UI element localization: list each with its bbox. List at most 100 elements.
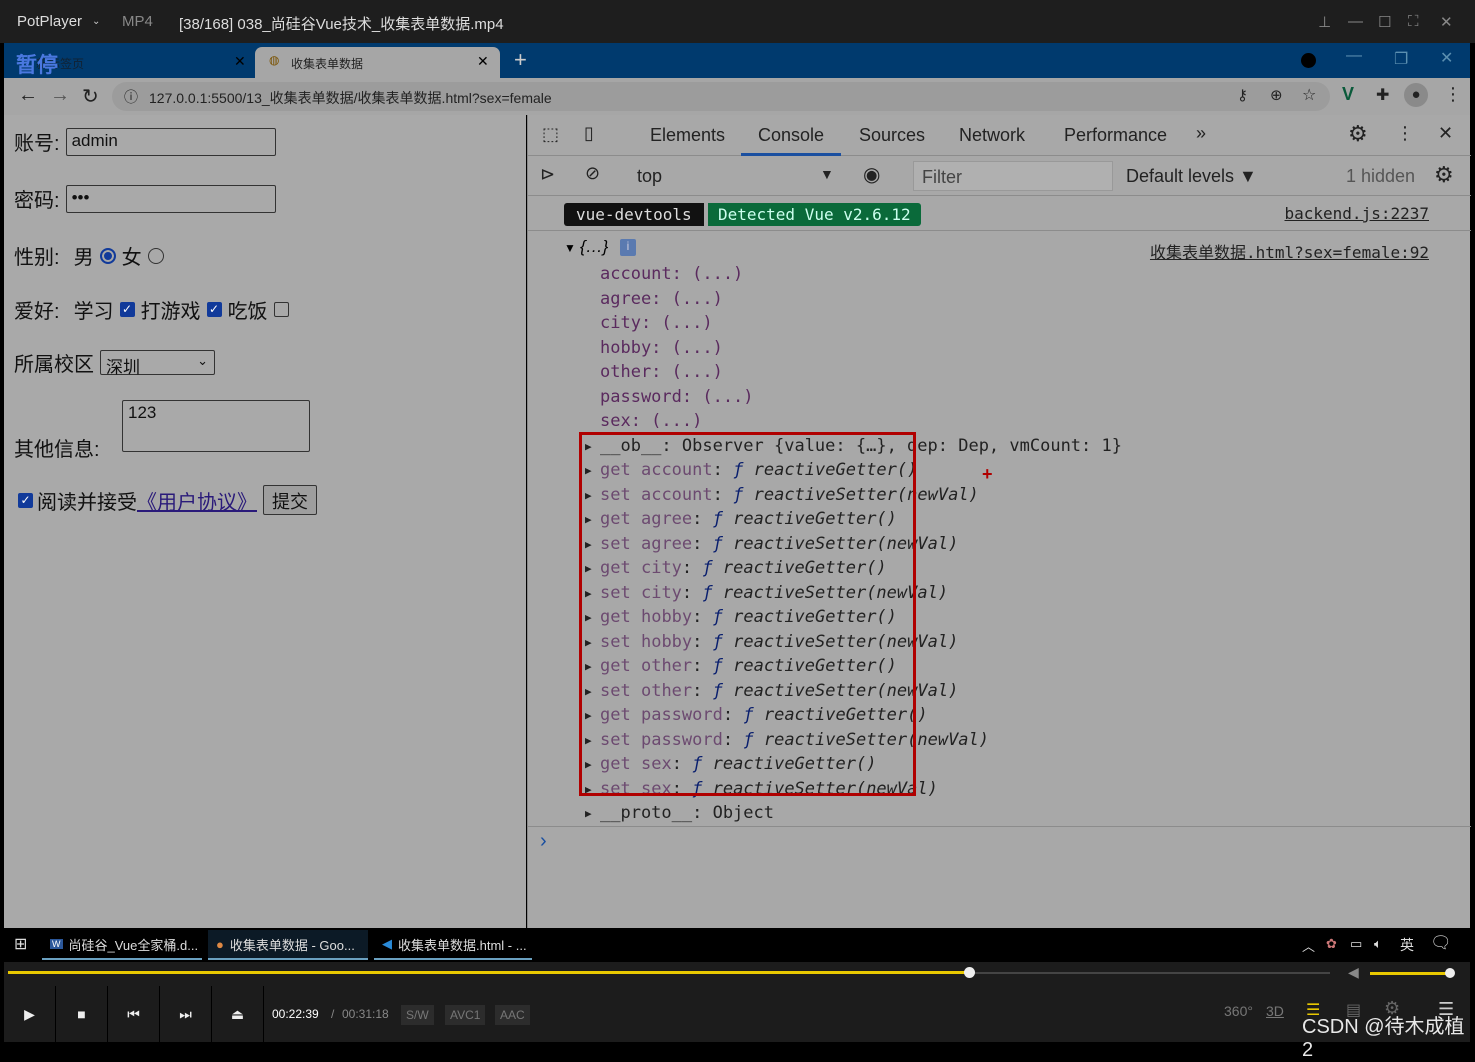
play-button[interactable]: ▶	[4, 986, 56, 1042]
tray-chevron-icon[interactable]: ︿	[1302, 936, 1315, 955]
account-label: 账号:	[14, 133, 60, 155]
tab-new[interactable]: 新标签页 暂停 ✕	[12, 47, 252, 78]
property-row[interactable]: other: (...)	[600, 362, 723, 382]
property-row[interactable]: hobby: (...)	[600, 338, 723, 358]
extensions-icon[interactable]: ✚	[1376, 85, 1389, 105]
ime-indicator[interactable]: 英	[1400, 935, 1414, 955]
close-devtools-icon[interactable]: ✕	[1438, 123, 1453, 144]
hobby-eat-checkbox[interactable]	[273, 302, 289, 317]
audio-codec-badge[interactable]: AAC	[495, 1005, 530, 1025]
seek-handle[interactable]	[964, 967, 976, 978]
360-icon[interactable]: 360°	[1224, 1003, 1253, 1019]
hobby-game-checkbox[interactable]: ✓	[206, 302, 222, 317]
back-icon[interactable]: ←	[18, 84, 38, 107]
zoom-icon[interactable]: ⊕	[1270, 86, 1283, 104]
tab-console[interactable]: Console	[758, 125, 824, 146]
format-label: MP4	[122, 13, 153, 30]
tab-performance[interactable]: Performance	[1064, 125, 1167, 146]
taskbar-item-vscode[interactable]: ◀ 收集表单数据.html - ...	[374, 930, 532, 960]
menu-icon[interactable]: ⋮	[1444, 84, 1462, 105]
close-tab-icon[interactable]: ✕	[234, 53, 246, 70]
maximize-icon[interactable]: ☐	[1378, 13, 1391, 31]
more-tabs-icon[interactable]: »	[1196, 123, 1206, 144]
account-input[interactable]: admin	[65, 127, 276, 156]
3d-icon[interactable]: 3D	[1266, 1003, 1284, 1019]
taskbar-item-word[interactable]: W 尚硅谷_Vue全家桶.d...	[42, 930, 202, 960]
minimize-icon[interactable]: —	[1346, 47, 1362, 65]
taskbar-item-chrome[interactable]: ● 收集表单数据 - Goo...	[208, 930, 368, 960]
clear-console-icon[interactable]: ⊘	[585, 163, 600, 184]
filter-input[interactable]: Filter	[913, 161, 1113, 191]
volume-handle[interactable]	[1445, 968, 1455, 978]
close-tab-icon[interactable]: ✕	[477, 53, 489, 70]
male-radio[interactable]	[99, 247, 116, 264]
inspect-icon[interactable]: ⬚	[542, 124, 559, 145]
tab-network[interactable]: Network	[959, 125, 1025, 146]
vue-devtools-icon[interactable]: V	[1342, 84, 1354, 105]
stop-button[interactable]: ■	[56, 986, 108, 1042]
tab-active[interactable]: ◍ 收集表单数据 ✕	[255, 47, 500, 78]
url-field[interactable]: ⓘ 127.0.0.1:5500/13_收集表单数据/收集表单数据.html?s…	[112, 82, 1330, 111]
tab-elements[interactable]: Elements	[650, 125, 725, 146]
more-options-icon[interactable]: ⋮	[1396, 123, 1414, 144]
source-link[interactable]: 收集表单数据.html?sex=female:92	[1150, 239, 1429, 263]
next-button[interactable]: ⏭︎	[160, 986, 212, 1042]
volume-icon[interactable]: 🔈︎	[1374, 936, 1382, 952]
settings-icon[interactable]: ⚙	[1348, 121, 1368, 147]
tab-sources[interactable]: Sources	[859, 125, 925, 146]
tab-search-icon[interactable]	[1301, 53, 1316, 68]
profile-icon[interactable]: ●	[1404, 83, 1428, 107]
new-tab-icon[interactable]: +	[514, 47, 527, 73]
object-preview[interactable]: {…}	[580, 237, 608, 257]
app-menu[interactable]: PotPlayer	[17, 13, 82, 30]
console-prompt[interactable]: ›	[540, 830, 547, 853]
pin-icon[interactable]: ⊥	[1318, 13, 1331, 31]
other-textarea[interactable]: 123	[122, 400, 310, 452]
star-icon[interactable]: ☆	[1302, 85, 1316, 105]
expand-triangle-icon[interactable]: ▶	[585, 807, 592, 820]
console-settings-icon[interactable]: ⚙	[1434, 162, 1454, 188]
property-row[interactable]: city: (...)	[600, 313, 713, 333]
battery-icon[interactable]: ▭	[1350, 936, 1362, 952]
property-row[interactable]: agree: (...)	[600, 289, 723, 309]
city-select[interactable]: 深圳 ⌄	[100, 350, 215, 377]
agreement-link[interactable]: 《用户协议》	[137, 486, 257, 515]
prop-text: account: (...)	[600, 264, 744, 284]
property-row[interactable]: sex: (...)	[600, 411, 702, 431]
previous-button[interactable]: ⏮︎	[108, 986, 160, 1042]
forward-icon[interactable]: →	[50, 84, 70, 107]
device-toolbar-icon[interactable]: ▯	[584, 123, 594, 144]
property-row[interactable]: password: (...)	[600, 387, 754, 407]
context-select[interactable]: top	[637, 166, 662, 187]
volume-slider[interactable]	[1370, 968, 1455, 978]
notification-icon[interactable]: 🗨︎	[1430, 933, 1452, 953]
close-icon[interactable]: ✕	[1440, 13, 1453, 31]
source-link[interactable]: backend.js:2237	[1285, 204, 1430, 223]
key-icon[interactable]: ⚷	[1237, 86, 1248, 104]
hobby-study-checkbox[interactable]: ✓	[119, 302, 135, 317]
reload-icon[interactable]: ↻	[82, 84, 99, 109]
video-codec-badge[interactable]: AVC1	[445, 1005, 486, 1025]
current-time: 00:22:39	[272, 1007, 319, 1021]
log-levels-select[interactable]: Default levels ▼	[1126, 166, 1257, 187]
mute-icon[interactable]: ◀︎	[1348, 964, 1359, 981]
agree-checkbox[interactable]: ✓	[18, 492, 33, 508]
eye-icon[interactable]: ◉	[863, 162, 880, 187]
decoder-badge[interactable]: S/W	[401, 1005, 434, 1025]
restore-icon[interactable]: ❐	[1394, 49, 1408, 69]
taskbar-label: 尚硅谷_Vue全家桶.d...	[68, 937, 199, 953]
eject-button[interactable]: ⏏︎	[212, 986, 264, 1042]
tray-app-icon[interactable]: ✿	[1326, 936, 1337, 952]
submit-button[interactable]: 提交	[263, 485, 317, 515]
property-row[interactable]: account: (...)	[600, 264, 743, 284]
close-window-icon[interactable]: ✕	[1440, 48, 1453, 68]
minimize-icon[interactable]: —	[1348, 13, 1363, 30]
proto-row[interactable]: ▶ __proto__: Object	[585, 803, 774, 823]
female-radio[interactable]	[147, 247, 164, 264]
fullscreen-icon[interactable]: ⛶	[1408, 13, 1419, 30]
windows-start-icon[interactable]: ⊞	[14, 934, 27, 954]
password-input[interactable]: •••	[65, 184, 276, 213]
expand-triangle-icon[interactable]: ▼	[564, 241, 576, 255]
seek-bar[interactable]	[8, 967, 1330, 978]
sidebar-toggle-icon[interactable]: ⊳	[540, 164, 555, 185]
